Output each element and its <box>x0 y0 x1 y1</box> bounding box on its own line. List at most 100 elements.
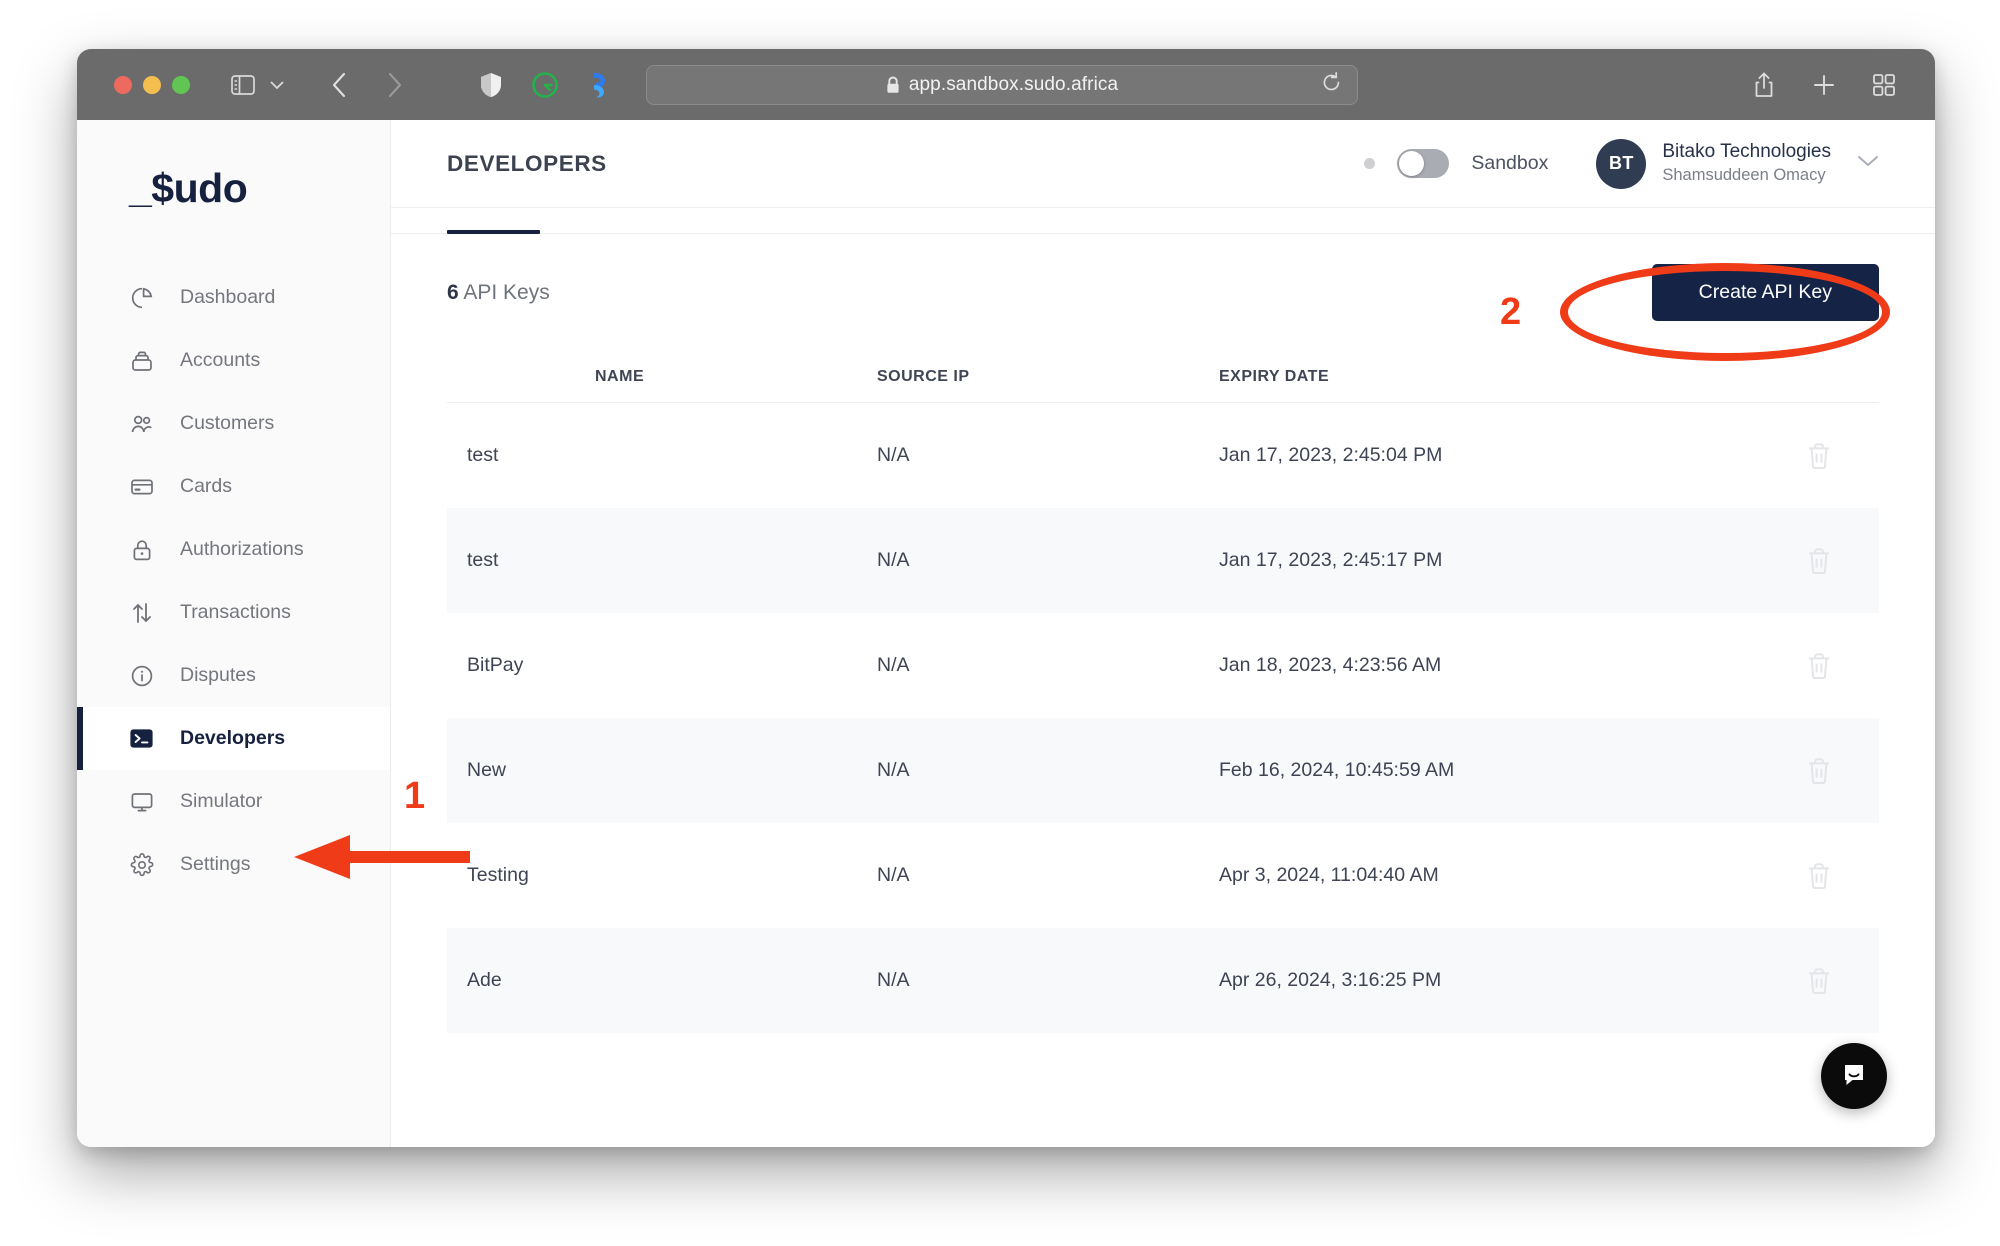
cell-expiry-text: Jan 17, 2023, 2:45:04 PM <box>1219 444 1443 466</box>
cell-expiry: Apr 26, 2024, 3:16:25 PM <box>1147 969 1759 992</box>
info-circle-icon <box>129 663 154 688</box>
arrow-left-icon <box>294 835 470 879</box>
browser-toolbar: app.sandbox.sudo.africa <box>77 49 1935 120</box>
organization-name: Bitako Technologies <box>1662 141 1831 163</box>
browser-right-controls[interactable] <box>1751 72 1897 98</box>
arrows-updown-icon <box>129 600 154 625</box>
browser-extensions-group[interactable] <box>478 71 612 98</box>
share-icon[interactable] <box>1751 72 1777 98</box>
sidebar-item-transactions[interactable]: Transactions <box>77 581 390 644</box>
table-row[interactable]: test N/A Jan 17, 2023, 2:45:17 PM <box>447 508 1879 613</box>
cell-expiry-text: Apr 3, 2024, 11:04:40 AM <box>1219 864 1439 886</box>
header-controls: Sandbox BT Bitako Technologies Shamsudde… <box>1364 138 1879 189</box>
tab-overview-icon[interactable] <box>1871 72 1897 98</box>
sidebar-item-label: Settings <box>180 853 251 875</box>
profile-menu[interactable]: BT Bitako Technologies Shamsuddeen Omacy <box>1596 138 1879 189</box>
sidebar-item-label: Disputes <box>180 664 256 686</box>
avatar: BT <box>1596 138 1647 189</box>
cell-expiry: Jan 17, 2023, 2:45:04 PM <box>1147 444 1759 467</box>
sidebar-item-developers[interactable]: Developers <box>77 707 390 770</box>
cell-expiry: Apr 3, 2024, 11:04:40 AM <box>1147 864 1759 887</box>
forward-button-icon[interactable] <box>382 72 408 98</box>
chat-launcher-button[interactable] <box>1821 1043 1887 1109</box>
toggle-knob <box>1399 151 1425 176</box>
sidebar-item-authorizations[interactable]: Authorizations <box>77 518 390 581</box>
reload-icon[interactable] <box>1322 71 1341 98</box>
address-bar[interactable]: app.sandbox.sudo.africa <box>646 64 1358 105</box>
sidebar-item-customers[interactable]: Customers <box>77 392 390 455</box>
sidebar-item-cards[interactable]: Cards <box>77 455 390 518</box>
table-header-row: NAME SOURCE IP EXPIRY DATE <box>447 351 1879 403</box>
delete-key-button[interactable] <box>1759 652 1879 680</box>
app-sidebar: _$udo Dashboard Accounts Customers Cards… <box>77 120 391 1147</box>
table-row[interactable]: Ade N/A Apr 26, 2024, 3:16:25 PM <box>447 928 1879 1033</box>
delete-key-button[interactable] <box>1759 862 1879 890</box>
delete-key-button[interactable] <box>1759 442 1879 470</box>
users-icon <box>129 411 154 436</box>
column-header-name: NAME <box>595 367 645 385</box>
close-window-button[interactable] <box>114 75 132 94</box>
chevron-down-icon[interactable] <box>1857 154 1879 173</box>
cell-source-ip: N/A <box>877 969 910 991</box>
credit-card-icon <box>129 474 154 499</box>
annotation-step-2: 2 <box>1500 291 1522 333</box>
environment-status-dot <box>1364 158 1376 169</box>
sidebar-item-disputes[interactable]: Disputes <box>77 644 390 707</box>
sandbox-label: Sandbox <box>1471 152 1549 174</box>
profile-text: Bitako Technologies Shamsuddeen Omacy <box>1662 140 1831 186</box>
shield-icon[interactable] <box>478 72 504 98</box>
api-keys-count-label: API Keys <box>458 280 550 304</box>
cell-name: test <box>467 444 499 466</box>
sidebar-item-label: Transactions <box>180 601 291 623</box>
table-row[interactable]: Testing N/A Apr 3, 2024, 11:04:40 AM <box>447 823 1879 928</box>
terminal-icon <box>129 726 154 751</box>
table-row[interactable]: test N/A Jan 17, 2023, 2:45:04 PM <box>447 403 1879 508</box>
copilot-icon[interactable] <box>586 72 612 98</box>
sidebar-item-accounts[interactable]: Accounts <box>77 329 390 392</box>
brand-logo[interactable]: _$udo <box>77 120 390 212</box>
chevron-down-icon[interactable] <box>264 72 290 98</box>
table-row[interactable]: New N/A Feb 16, 2024, 10:45:59 AM <box>447 718 1879 823</box>
cell-expiry: Jan 18, 2023, 4:23:56 AM <box>1147 654 1759 677</box>
page-header: DEVELOPERS Sandbox BT Bitako Technologie… <box>391 120 1935 208</box>
api-keys-toolbar: 6 API Keys Create API Key <box>447 234 1879 351</box>
cell-expiry: Feb 16, 2024, 10:45:59 AM <box>1147 759 1759 782</box>
cell-source-ip: N/A <box>877 654 910 676</box>
cell-source-ip: N/A <box>877 444 910 466</box>
new-tab-icon[interactable] <box>1811 72 1837 98</box>
active-tab-indicator <box>447 230 540 234</box>
sidebar-toggle-icon[interactable] <box>230 72 256 98</box>
browser-nav-group[interactable] <box>326 72 408 98</box>
cell-expiry: Jan 17, 2023, 2:45:17 PM <box>1147 549 1759 572</box>
sidebar-item-label: Authorizations <box>180 538 304 560</box>
cell-source-ip: N/A <box>877 549 910 571</box>
create-api-key-button[interactable]: Create API Key <box>1651 264 1879 321</box>
minimize-window-button[interactable] <box>143 75 161 94</box>
lock-icon <box>129 537 154 562</box>
section-tabbar[interactable] <box>391 208 1935 234</box>
user-name: Shamsuddeen Omacy <box>1662 166 1826 185</box>
delete-key-button[interactable] <box>1759 967 1879 995</box>
back-button-icon[interactable] <box>326 72 352 98</box>
column-header-source-ip: SOURCE IP <box>877 367 970 385</box>
monitor-icon <box>129 789 154 814</box>
maximize-window-button[interactable] <box>172 75 190 94</box>
grammarly-icon[interactable] <box>532 71 558 98</box>
delete-key-button[interactable] <box>1759 757 1879 785</box>
api-keys-section: 6 API Keys Create API Key NAME SOURCE IP… <box>391 234 1935 1147</box>
sidebar-toggle-group[interactable] <box>230 72 290 98</box>
sidebar-item-label: Customers <box>180 412 275 434</box>
sandbox-toggle[interactable] <box>1397 149 1450 178</box>
cell-name: BitPay <box>467 654 524 676</box>
table-row[interactable]: BitPay N/A Jan 18, 2023, 4:23:56 AM <box>447 613 1879 718</box>
window-traffic-lights[interactable] <box>114 75 190 94</box>
sidebar-item-simulator[interactable]: Simulator <box>77 770 390 833</box>
cell-name: Ade <box>467 969 502 991</box>
sidebar-item-label: Accounts <box>180 349 261 371</box>
sidebar-item-dashboard[interactable]: Dashboard <box>77 266 390 329</box>
chat-bubble-icon <box>1838 1058 1870 1095</box>
cell-name: test <box>467 549 499 571</box>
api-keys-count-number: 6 <box>447 280 459 304</box>
column-header-expiry-date: EXPIRY DATE <box>1219 367 1330 385</box>
delete-key-button[interactable] <box>1759 547 1879 575</box>
